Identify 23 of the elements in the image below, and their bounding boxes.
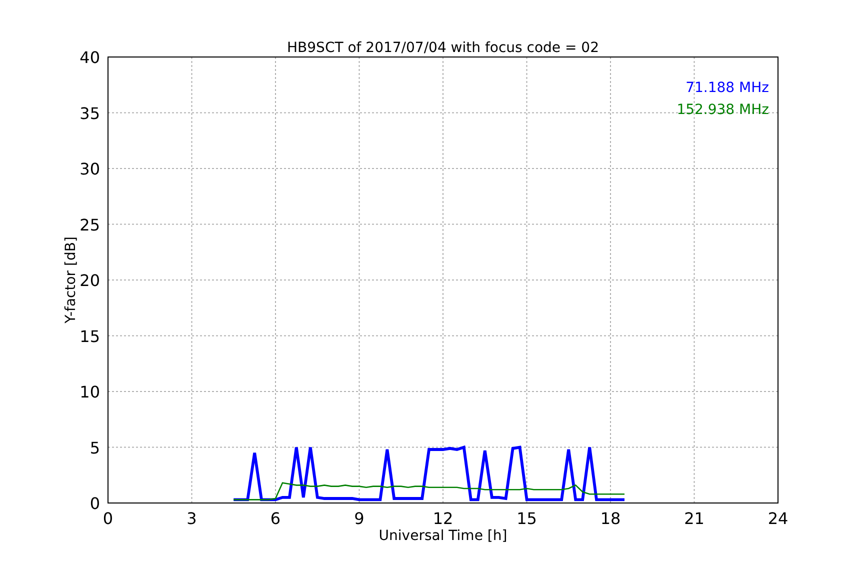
- legend-label: 71.188 MHz: [686, 80, 769, 96]
- y-axis-label: Y-factor [dB]: [63, 236, 79, 324]
- y-tick-label: 15: [80, 326, 100, 346]
- x-tick-label: 18: [600, 509, 621, 528]
- y-tick-label: 30: [80, 160, 100, 178]
- x-tick-label: 15: [516, 509, 537, 528]
- x-tick-label: 24: [768, 509, 788, 528]
- y-tick-label: 5: [90, 438, 100, 458]
- y-tick-label: 35: [80, 104, 100, 123]
- x-tick-label: 6: [270, 509, 281, 528]
- x-axis-label: Universal Time [h]: [378, 528, 508, 544]
- x-tick-label: 3: [186, 509, 197, 528]
- legend-label: 152.938 MHz: [676, 102, 769, 118]
- x-tick-label: 12: [432, 509, 454, 528]
- x-tick-label: 0: [102, 509, 114, 528]
- y-tick-label: 25: [80, 215, 100, 234]
- x-tick-label: 9: [354, 509, 364, 528]
- y-tick-label: 40: [80, 48, 100, 67]
- y-tick-label: 10: [80, 382, 100, 402]
- x-tick-label: 21: [684, 509, 704, 528]
- y-tick-label: 20: [80, 271, 100, 290]
- y-tick-label: 0: [90, 494, 100, 513]
- chart-title: HB9SCT of 2017/07/04 with focus code = 02: [287, 40, 599, 56]
